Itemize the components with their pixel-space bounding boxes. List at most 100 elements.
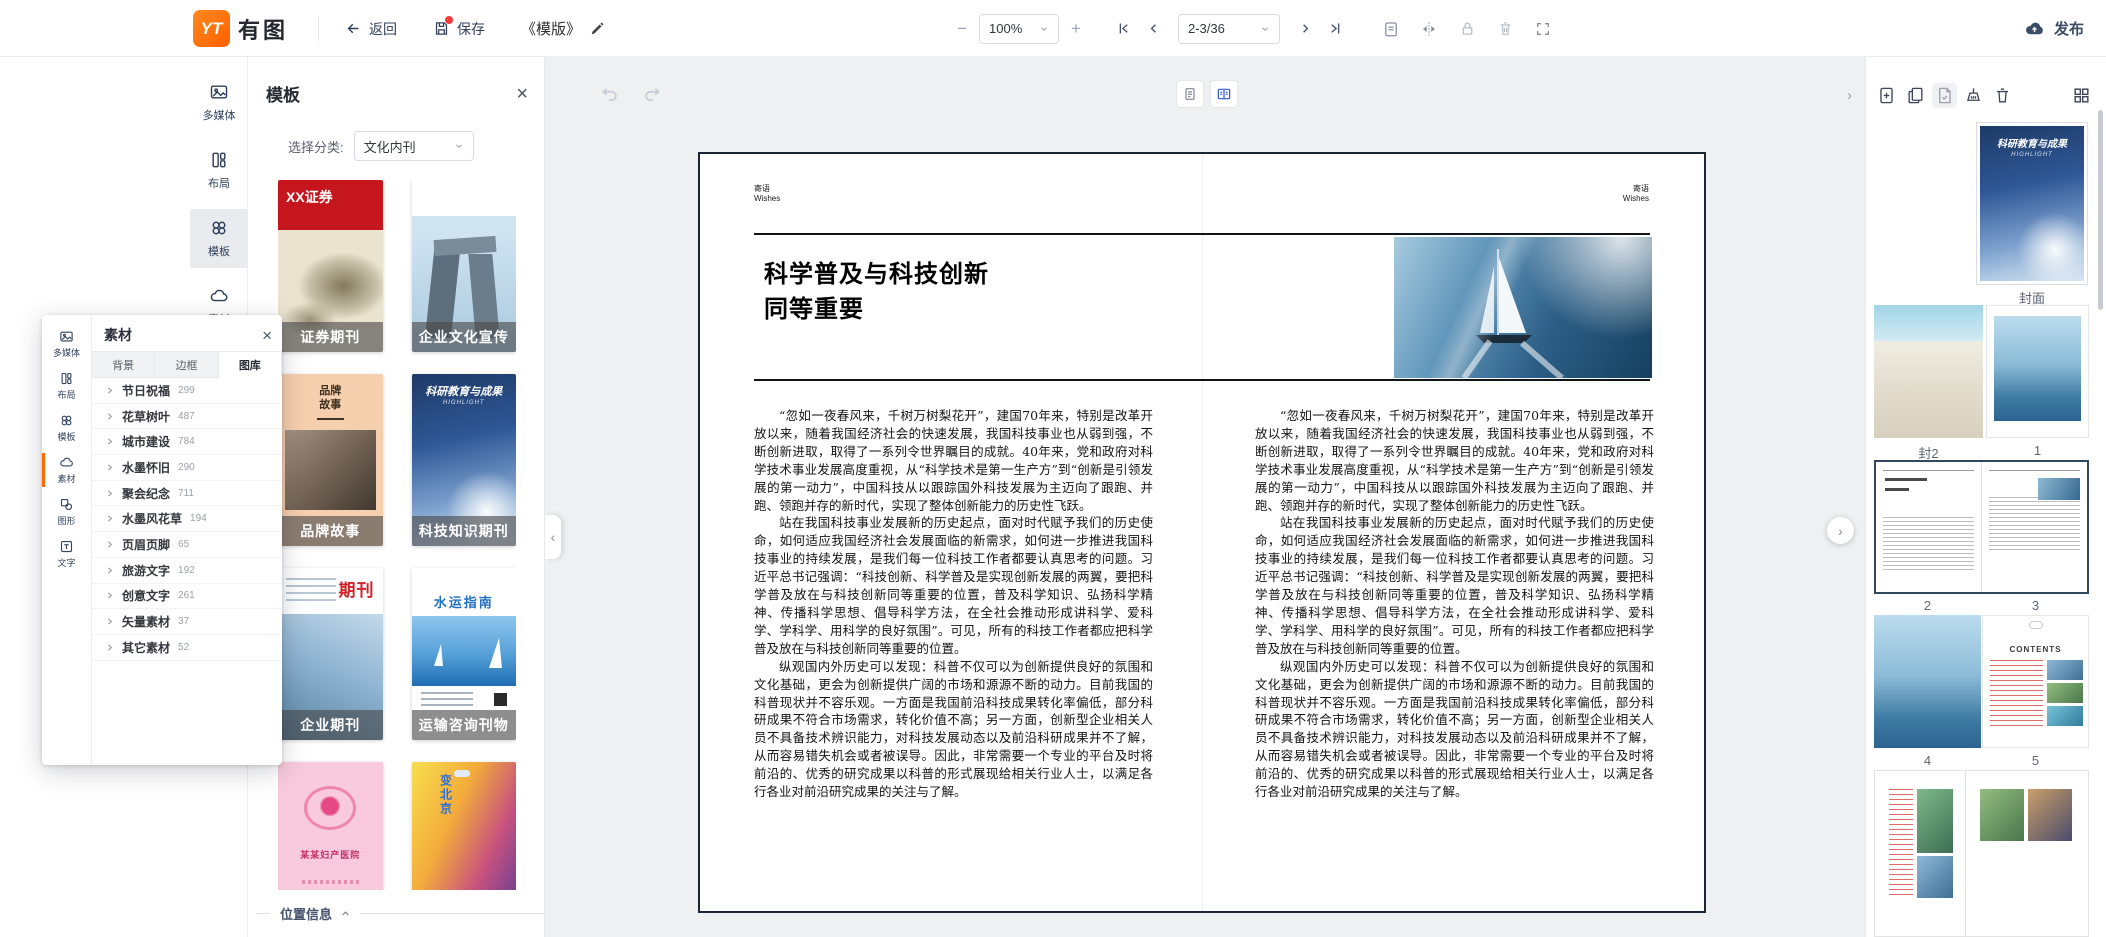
sidebar-item-templates[interactable]: 模板 <box>190 209 248 268</box>
grid-view-icon[interactable] <box>2069 83 2094 108</box>
thumbnail-label-1: 1 <box>1986 443 2089 458</box>
cloud-icon <box>59 455 74 470</box>
layout-icon <box>209 150 229 170</box>
chevron-right-icon <box>105 463 114 472</box>
mirror-pages-icon[interactable] <box>1410 20 1448 38</box>
prev-page-button[interactable] <box>1138 21 1168 36</box>
thumbnail-page-5[interactable]: CONTENTS <box>1982 615 2089 748</box>
category-select[interactable]: 文化内刊 <box>354 131 474 161</box>
add-page-icon[interactable] <box>1874 83 1899 108</box>
assets-rail-shapes[interactable]: 图形 <box>42 491 91 533</box>
assets-rail-templates[interactable]: 模板 <box>42 407 91 449</box>
magazine-spread[interactable]: 寄语 Wishes 寄语 Wishes 科学普及与科技创新 同等重要 “忽如一夜… <box>698 152 1706 913</box>
shapes-icon <box>59 497 74 512</box>
thumbnail-page-1[interactable] <box>1986 305 2089 438</box>
rename-pencil-icon[interactable] <box>590 22 604 36</box>
assets-rail-text[interactable]: 文字 <box>42 533 91 575</box>
article-text-left-page[interactable]: “忽如一夜春风来，千树万树梨花开”，建国70年来，特别是改革开放以来，随着我国经… <box>754 407 1153 801</box>
sailboat-image[interactable] <box>1394 237 1652 378</box>
thumbnail-spread-6-7[interactable] <box>1874 770 2089 937</box>
next-page-button[interactable] <box>1290 21 1320 36</box>
last-page-button[interactable] <box>1320 21 1350 36</box>
clear-page-icon[interactable] <box>1961 83 1986 108</box>
tab-gallery[interactable]: 图库 <box>219 351 282 378</box>
thumbnail-page-4[interactable] <box>1874 615 1981 748</box>
close-icon[interactable]: × <box>262 327 272 344</box>
page-indicator-select[interactable]: 2-3/36 <box>1178 14 1280 44</box>
chevron-down-icon <box>454 141 464 151</box>
template-card-science-journal[interactable]: 科研教育与成果 HIGHLIGHT 科技知识期刊 <box>412 374 517 546</box>
asset-category-ink-nostalgia[interactable]: 水墨怀旧 290 <box>92 455 282 481</box>
chevron-right-icon <box>105 540 114 549</box>
fullscreen-icon[interactable] <box>1524 21 1562 37</box>
lock-icon[interactable] <box>1448 20 1486 37</box>
zoom-level-select[interactable]: 100% <box>979 14 1059 44</box>
assets-rail-layout[interactable]: 布局 <box>42 365 91 407</box>
collapse-template-panel-handle[interactable]: ‹ <box>545 515 561 559</box>
assets-rail-assets[interactable]: 素材 <box>42 449 91 491</box>
close-icon[interactable]: × <box>516 84 528 104</box>
delete-page-icon[interactable] <box>1990 83 2015 108</box>
assets-rail-media[interactable]: 多媒体 <box>42 323 91 365</box>
thumbnail-inside-cover[interactable] <box>1874 305 1983 438</box>
design-canvas[interactable]: › 寄语 Wishes 寄语 Wishes 科学普及与科技创新 同等重要 <box>545 57 1865 937</box>
zoom-out-button[interactable]: − <box>952 19 972 39</box>
template-card-enterprise-journal[interactable]: 期刊 企业期刊 <box>278 568 383 740</box>
asset-category-flowers[interactable]: 花草树叶 487 <box>92 404 282 430</box>
page-settings-icon[interactable] <box>1372 20 1410 38</box>
chevron-down-icon <box>1260 24 1270 34</box>
asset-category-ink-flowers[interactable]: 水墨风花草 194 <box>92 506 282 532</box>
template-panel-title: 模板 <box>266 81 300 106</box>
template-card-shipping-guide[interactable]: 水运指南 运输咨询刊物 <box>412 568 517 740</box>
position-info-toggle[interactable]: 位置信息 <box>248 890 544 937</box>
publish-button[interactable]: 发布 <box>2024 0 2084 57</box>
chevron-right-icon <box>105 591 114 600</box>
asset-category-travel-text[interactable]: 旅游文字 192 <box>92 558 282 584</box>
sidebar-item-layout[interactable]: 布局 <box>190 141 248 200</box>
asset-category-party[interactable]: 聚会纪念 711 <box>92 481 282 507</box>
delete-icon[interactable] <box>1486 20 1524 37</box>
asset-category-holiday[interactable]: 节日祝福 299 <box>92 378 282 404</box>
tab-borders[interactable]: 边框 <box>155 351 218 378</box>
pages-panel: 科研教育与成果 HIGHLIGHT 封面 封2 1 2 3 <box>1865 57 2106 937</box>
asset-category-creative-text[interactable]: 创意文字 261 <box>92 584 282 610</box>
asset-category-city[interactable]: 城市建设 784 <box>92 429 282 455</box>
thumbnail-cover[interactable]: 科研教育与成果 HIGHLIGHT <box>1976 122 2088 285</box>
asset-category-list: 节日祝福 299 花草树叶 487 城市建设 784 水墨怀旧 290 聚会纪念 <box>92 378 282 765</box>
thumbnail-spread-2-3[interactable] <box>1874 460 2089 594</box>
thumbnail-label-3: 3 <box>1982 598 2089 613</box>
paste-page-icon[interactable] <box>1932 83 1957 108</box>
asset-category-other[interactable]: 其它素材 52 <box>92 635 282 661</box>
zoom-in-button[interactable]: + <box>1066 19 1086 39</box>
template-card-brand-story[interactable]: 品牌 故事 品牌故事 <box>278 374 383 546</box>
app-logo[interactable]: YT <box>193 10 230 47</box>
first-page-button[interactable] <box>1108 21 1138 36</box>
header-right: 寄语 Wishes <box>1623 184 1649 204</box>
duplicate-page-icon[interactable] <box>1903 83 1928 108</box>
asset-category-vector[interactable]: 矢量素材 37 <box>92 609 282 635</box>
brand-name: 有图 <box>238 13 288 45</box>
tab-backgrounds[interactable]: 背景 <box>92 351 155 378</box>
back-button[interactable]: 返回 <box>345 19 397 39</box>
template-icon <box>59 413 74 428</box>
title-rule-top <box>754 233 1650 235</box>
collapse-right-top-icon[interactable]: › <box>1847 87 1852 104</box>
template-card-securities[interactable]: XX证券 证券期刊 <box>278 180 383 352</box>
pages-scrollbar-thumb[interactable] <box>2098 110 2103 310</box>
chevron-right-icon <box>105 617 114 626</box>
sidebar-item-media[interactable]: 多媒体 <box>190 73 248 132</box>
template-card-hospital[interactable]: 某某妇产医院 <box>278 762 383 890</box>
template-card-beijing[interactable]: 变北京 <box>412 762 517 890</box>
redo-icon[interactable] <box>642 83 662 103</box>
article-text-right-page[interactable]: “忽如一夜春风来，千树万树梨花开”，建国70年来，特别是改革开放以来，随着我国经… <box>1255 407 1654 801</box>
asset-category-header-footer[interactable]: 页眉页脚 65 <box>92 532 282 558</box>
undo-icon[interactable] <box>600 83 620 103</box>
thumbnail-label-2: 2 <box>1874 598 1981 613</box>
spread-view-button[interactable] <box>1210 80 1238 108</box>
article-title[interactable]: 科学普及与科技创新 同等重要 <box>764 257 989 327</box>
template-card-corporate-culture[interactable]: 企业文化宣传 <box>412 180 517 352</box>
collapse-pages-panel-handle[interactable]: › <box>1827 517 1854 544</box>
back-arrow-icon <box>345 20 362 37</box>
single-page-view-button[interactable] <box>1176 80 1204 108</box>
save-button[interactable]: 保存 <box>433 19 485 39</box>
